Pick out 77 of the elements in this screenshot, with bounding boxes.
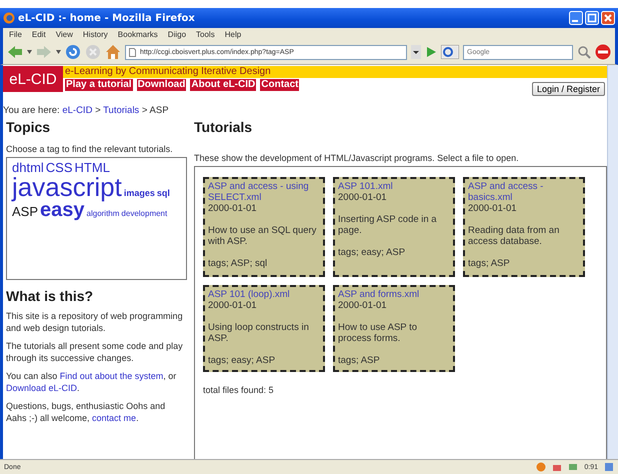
maximize-icon[interactable]: [585, 11, 599, 25]
site-logo[interactable]: eL-CID: [3, 66, 63, 92]
tag-link[interactable]: algorithm: [86, 210, 120, 218]
menu-item[interactable]: Help: [224, 30, 242, 38]
tag-link[interactable]: javascript: [12, 174, 122, 200]
paragraph: You can also Find out about the system, or Download eL-CID.: [6, 370, 178, 394]
login-button[interactable]: Login / Register: [532, 82, 605, 96]
file-tags: tags; ASP: [468, 258, 580, 269]
menu-item[interactable]: Tools: [196, 30, 215, 38]
inline-link[interactable]: Find out about the system: [60, 371, 164, 381]
section-heading: What is this?: [6, 288, 94, 304]
nav-link[interactable]: Contact: [260, 79, 300, 91]
home-icon[interactable]: [105, 44, 121, 60]
go-icon[interactable]: [425, 46, 437, 58]
file-tags: tags; easy; ASP: [208, 355, 320, 366]
tag-link[interactable]: images: [124, 189, 155, 198]
menu-item[interactable]: Diigo: [168, 30, 186, 38]
file-description: How to use ASP to process forms.: [338, 322, 418, 344]
caret-icon[interactable]: [27, 50, 32, 54]
menu-item[interactable]: History: [82, 30, 108, 38]
search-icon[interactable]: [577, 45, 591, 59]
paragraph: The tutorials all present some code and play through its successive changes.: [6, 340, 184, 364]
nav-link[interactable]: Download: [136, 79, 186, 91]
paragraph: This site is a repository of web programming and web design tutorials.: [6, 310, 184, 334]
total-count: total files found: 5: [203, 385, 275, 395]
menu-item[interactable]: Edit: [32, 30, 46, 38]
file-description: Using loop constructs in ASP.: [208, 322, 310, 344]
browser-logo-icon: [536, 462, 546, 472]
file-link[interactable]: ASP 101.xml: [338, 181, 450, 192]
nav-link[interactable]: Play a tutorial: [65, 79, 133, 91]
tag-link[interactable]: sql: [156, 189, 170, 198]
file-date: 2000-01-01: [468, 203, 518, 214]
caret-icon[interactable]: [56, 50, 61, 54]
file-link[interactable]: ASP and access - basics.xml: [468, 181, 580, 203]
reload-icon[interactable]: [65, 44, 81, 60]
browser-logo-icon: [3, 12, 15, 24]
menu-item[interactable]: File: [9, 30, 22, 38]
tag-link[interactable]: dhtml: [12, 161, 44, 174]
page-icon: [129, 48, 136, 56]
file-link[interactable]: ASP and forms.xml: [338, 289, 450, 300]
search-engine-icon[interactable]: [441, 45, 459, 59]
breadcrumb-link[interactable]: eL-CID: [62, 105, 92, 116]
section-heading: Tutorials: [194, 119, 254, 135]
file-date: 2000-01-01: [208, 203, 258, 214]
file-description: Inserting ASP code in a page.: [338, 214, 438, 236]
file-tags: tags; easy; ASP: [338, 247, 450, 258]
intro-text: These show the development of HTML/Javascript programs. Select a file to open.: [194, 153, 520, 163]
site-tagline: e-Learning by Communicating Iterative Design: [63, 66, 607, 78]
inline-link[interactable]: Download eL-CID: [6, 383, 78, 393]
nav-link[interactable]: About eL-CID: [190, 79, 256, 91]
stop-sign-icon[interactable]: [595, 44, 611, 60]
window-title: eL-CID :- home - Mozilla Firefox: [18, 12, 196, 24]
inline-link[interactable]: contact me: [92, 413, 136, 423]
tag-link[interactable]: CSS: [46, 161, 73, 174]
file-description: How to use an SQL query with ASP.: [208, 225, 318, 247]
file-tags: tags; ASP: [338, 355, 450, 366]
menu-item[interactable]: Bookmarks: [118, 30, 158, 38]
close-icon[interactable]: [601, 11, 615, 25]
file-description: Reading data from an access database.: [468, 225, 560, 247]
breadcrumb-link[interactable]: Tutorials: [103, 105, 140, 116]
file-date: 2000-01-01: [208, 300, 258, 311]
paragraph: Questions, bugs, enthusiastic Oohs and Aahs ;-) all welcome, contact me.: [6, 400, 166, 424]
file-date: 2000-01-01: [338, 192, 388, 203]
minimize-icon[interactable]: [569, 11, 583, 25]
hint-text: Choose a tag to find the relevant tutorials.: [6, 144, 174, 154]
file-date: 2000-01-01: [338, 300, 388, 311]
breadcrumb: You are here: eL-CID > Tutorials > ASP: [3, 105, 169, 116]
tag-link[interactable]: HTML: [74, 161, 110, 174]
file-link[interactable]: ASP and access - using SELECT.xml: [208, 181, 320, 203]
file-link[interactable]: ASP 101 (loop).xml: [208, 289, 320, 300]
section-heading: Topics: [6, 119, 52, 135]
dropdown-icon[interactable]: [411, 45, 421, 59]
tag-link[interactable]: easy: [40, 200, 85, 220]
menu-item[interactable]: View: [56, 30, 73, 38]
tag-link[interactable]: development: [121, 210, 168, 218]
file-tags: tags; ASP; sql: [208, 258, 320, 269]
tag-link[interactable]: ASP: [12, 205, 38, 218]
